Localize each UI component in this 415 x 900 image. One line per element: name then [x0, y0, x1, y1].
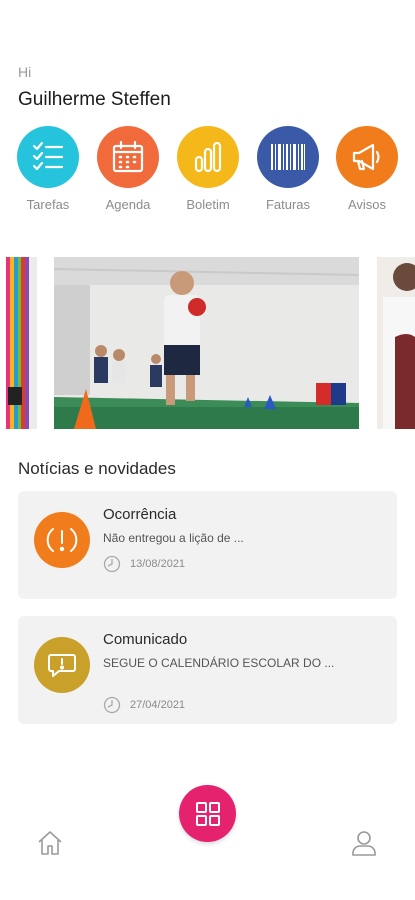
carousel-slide-next[interactable] — [377, 257, 415, 429]
shortcut-label: Agenda — [105, 197, 151, 212]
barcode-icon — [257, 126, 319, 188]
news-card-date-text: 27/04/2021 — [130, 699, 186, 711]
news-card-text: SEGUE O CALENDÁRIO ESCOLAR DO ... — [103, 656, 335, 670]
news-card-title: Ocorrência — [103, 506, 177, 523]
shortcuts-row: Tarefas Agenda Boletim Faturas Avisos — [0, 126, 415, 216]
news-card-ocorrencia[interactable]: Ocorrência Não entregou a lição de ... 1… — [18, 491, 397, 599]
user-icon — [352, 831, 376, 856]
profile-nav-button[interactable] — [350, 829, 378, 862]
message-icon — [34, 637, 90, 693]
main-menu-fab[interactable] — [179, 785, 236, 842]
shortcut-agenda[interactable]: Agenda — [88, 126, 168, 212]
news-card-date: 27/04/2021 — [103, 696, 185, 714]
carousel-slide-active[interactable] — [54, 257, 359, 429]
clock-icon — [103, 555, 121, 573]
news-card-text: Não entregou a lição de ... — [103, 531, 244, 545]
shortcut-faturas[interactable]: Faturas — [248, 126, 328, 212]
megaphone-icon — [336, 126, 398, 188]
news-card-title: Comunicado — [103, 631, 188, 648]
home-icon — [38, 831, 62, 855]
news-card-date: 13/08/2021 — [103, 555, 185, 573]
calendar-icon — [97, 126, 159, 188]
home-nav-button[interactable] — [36, 829, 64, 862]
grid-icon — [195, 801, 220, 826]
shortcut-label: Tarefas — [26, 197, 70, 212]
clock-icon — [103, 696, 121, 714]
news-card-comunicado[interactable]: Comunicado SEGUE O CALENDÁRIO ESCOLAR DO… — [18, 616, 397, 724]
checklist-icon — [17, 126, 79, 188]
shortcut-avisos[interactable]: Avisos — [327, 126, 407, 212]
shortcut-boletim[interactable]: Boletim — [168, 126, 248, 212]
shortcut-label: Faturas — [265, 197, 311, 212]
news-card-date-text: 13/08/2021 — [130, 558, 186, 570]
kids-playing-photo — [54, 257, 359, 429]
shortcut-label: Avisos — [347, 197, 387, 212]
news-section-title: Notícias e novidades — [18, 459, 176, 478]
photo-carousel[interactable] — [0, 257, 415, 429]
user-name: Guilherme Steffen — [18, 89, 171, 110]
greeting-hi: Hi — [18, 64, 32, 80]
carousel-slide-prev[interactable] — [6, 257, 37, 429]
bar-chart-icon — [177, 126, 239, 188]
shortcut-label: Boletim — [186, 197, 230, 212]
alert-icon — [34, 512, 90, 568]
shortcut-tarefas[interactable]: Tarefas — [8, 126, 88, 212]
